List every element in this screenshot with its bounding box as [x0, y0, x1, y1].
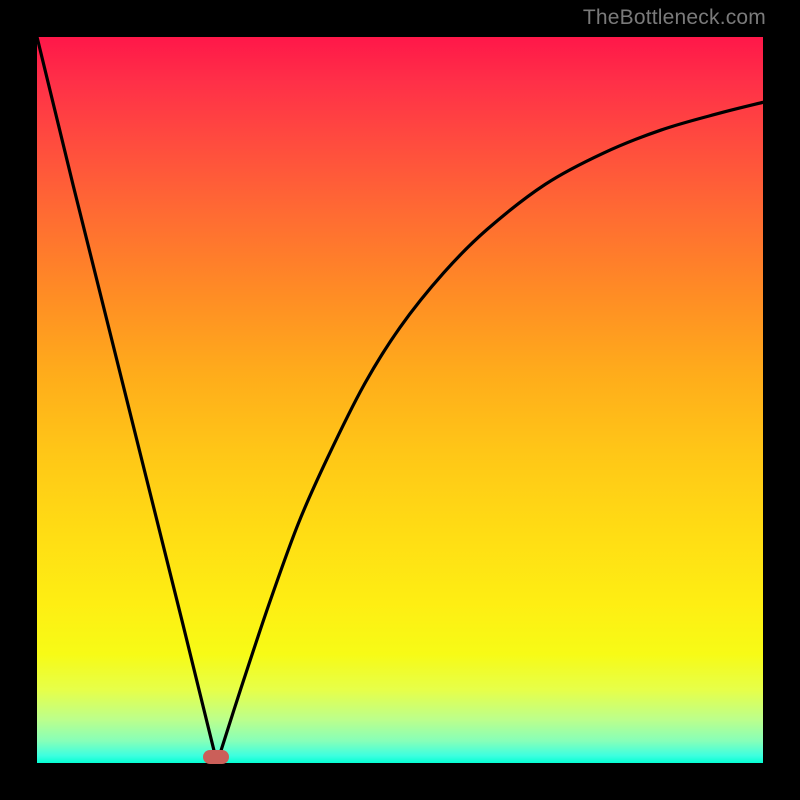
curve-left-branch — [37, 37, 217, 763]
curve-right-branch — [217, 102, 763, 763]
minimum-marker — [203, 750, 229, 764]
chart-plot-area — [37, 37, 763, 763]
bottleneck-curve — [37, 37, 763, 763]
watermark-text: TheBottleneck.com — [583, 6, 766, 30]
